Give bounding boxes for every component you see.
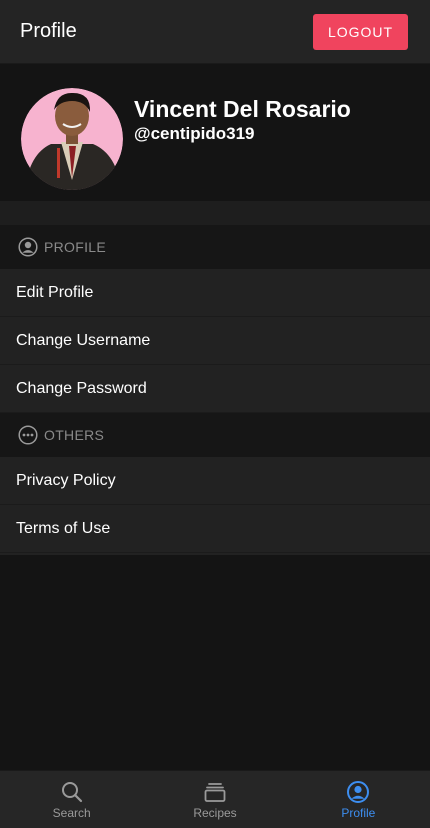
menu-item-label: Change Username (16, 331, 151, 349)
settings-list: PROFILE Edit Profile Change Username Cha… (0, 225, 430, 555)
menu-item-terms-of-use[interactable]: Terms of Use (0, 505, 430, 553)
tab-profile[interactable]: Profile (287, 771, 430, 828)
section-label: OTHERS (44, 427, 105, 443)
user-handle: @centipido319 (134, 124, 255, 143)
tab-label: Search (52, 805, 91, 820)
logout-button[interactable]: LOGOUT (313, 13, 408, 50)
divider-band (0, 201, 430, 225)
menu-item-change-username[interactable]: Change Username (0, 317, 430, 365)
menu-item-edit-profile[interactable]: Edit Profile (0, 269, 430, 317)
divider (0, 553, 430, 555)
menu-item-label: Terms of Use (16, 519, 111, 537)
tab-search[interactable]: Search (0, 771, 143, 828)
menu-item-label: Edit Profile (16, 283, 94, 301)
account-circle-icon (18, 237, 38, 257)
avatar (21, 88, 123, 190)
user-name: Vincent Del Rosario (134, 96, 351, 122)
section-header-others: OTHERS (0, 413, 430, 457)
menu-item-privacy-policy[interactable]: Privacy Policy (0, 457, 430, 505)
app-header: Profile LOGOUT (0, 0, 430, 64)
profile-card: Vincent Del Rosario @centipido319 (0, 64, 430, 201)
menu-item-change-password[interactable]: Change Password (0, 365, 430, 413)
stack-icon (203, 780, 227, 804)
avatar-image (21, 88, 123, 190)
account-circle-icon (346, 780, 370, 804)
tab-recipes[interactable]: Recipes (143, 771, 286, 828)
tab-label: Recipes (193, 805, 237, 820)
page-title: Profile (20, 20, 77, 42)
bottom-tab-bar: Search Recipes Profile (0, 770, 430, 828)
search-icon (60, 780, 84, 804)
menu-item-label: Privacy Policy (16, 471, 116, 489)
menu-item-label: Change Password (16, 379, 147, 397)
more-horizontal-circle-icon (18, 425, 38, 445)
tab-label: Profile (341, 805, 376, 820)
section-label: PROFILE (44, 239, 107, 255)
section-header-profile: PROFILE (0, 225, 430, 269)
